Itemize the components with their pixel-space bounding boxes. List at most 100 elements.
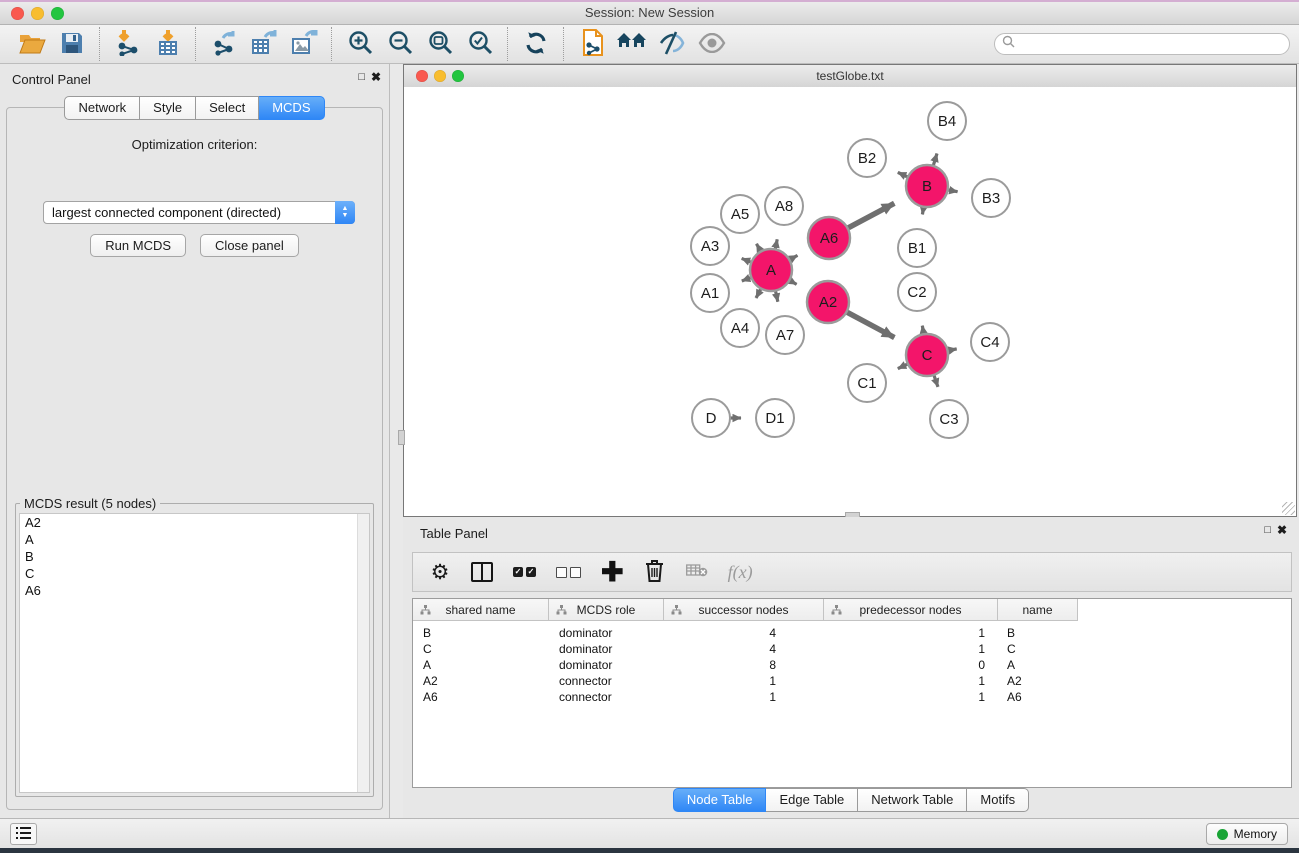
- graph-node-D[interactable]: D: [692, 399, 730, 437]
- show-graphics-details-button[interactable]: [692, 27, 732, 61]
- column-header-predecessor-nodes[interactable]: predecessor nodes: [824, 599, 998, 620]
- new-network-from-selection-button[interactable]: [572, 27, 612, 61]
- export-image-button[interactable]: [284, 27, 324, 61]
- table-row[interactable]: Cdominator41C: [413, 641, 1291, 657]
- zoom-out-button[interactable]: [380, 27, 420, 61]
- graph-node-A8[interactable]: A8: [765, 187, 803, 225]
- graph-edge-A-A7[interactable]: [775, 291, 777, 302]
- graph-node-C4[interactable]: C4: [971, 323, 1009, 361]
- graph-node-B4[interactable]: B4: [928, 102, 966, 140]
- tab-motifs[interactable]: Motifs: [967, 788, 1029, 812]
- zoom-fit-button[interactable]: [420, 27, 460, 61]
- zoom-in-button[interactable]: [340, 27, 380, 61]
- table-row[interactable]: A2connector11A2: [413, 673, 1291, 689]
- tab-edge-table[interactable]: Edge Table: [766, 788, 858, 812]
- graph-edge-A-A8[interactable]: [775, 239, 777, 249]
- deselect-all-button[interactable]: [556, 560, 581, 584]
- graph-edge-C-C4[interactable]: [948, 349, 957, 351]
- column-header-name[interactable]: name: [998, 599, 1078, 620]
- float-panel-icon[interactable]: □: [358, 72, 365, 83]
- graph-node-A5[interactable]: A5: [721, 195, 759, 233]
- run-mcds-button[interactable]: Run MCDS: [90, 234, 186, 257]
- apply-layout-button[interactable]: [516, 27, 556, 61]
- graph-node-A2[interactable]: A2: [807, 281, 849, 323]
- delete-column-button[interactable]: [644, 560, 666, 584]
- graph-node-A6[interactable]: A6: [808, 217, 850, 259]
- graph-node-C1[interactable]: C1: [848, 364, 886, 402]
- graph-edge-B-B3[interactable]: [948, 190, 958, 192]
- task-history-button[interactable]: [10, 823, 37, 845]
- column-header-shared-name[interactable]: shared name: [413, 599, 549, 620]
- memory-label: Memory: [1234, 827, 1277, 841]
- graph-node-A[interactable]: A: [750, 249, 792, 291]
- graph-edge-B-B4[interactable]: [933, 153, 937, 165]
- function-builder-button[interactable]: f(x): [728, 560, 753, 584]
- graph-node-C3[interactable]: C3: [930, 400, 968, 438]
- graph-node-C2[interactable]: C2: [898, 273, 936, 311]
- close-table-panel-icon[interactable]: ✖: [1277, 524, 1287, 536]
- graph-edge-B-B2[interactable]: [898, 172, 908, 177]
- graph-node-B1[interactable]: B1: [898, 229, 936, 267]
- create-column-button[interactable]: ✚: [601, 560, 624, 584]
- graph-node-A3[interactable]: A3: [691, 227, 729, 265]
- close-panel-icon[interactable]: ✖: [371, 71, 381, 83]
- float-table-panel-icon[interactable]: □: [1264, 525, 1271, 536]
- table-row[interactable]: Bdominator41B: [413, 625, 1291, 641]
- show-columns-button[interactable]: [471, 560, 493, 584]
- graph-edge-A6-B[interactable]: [848, 203, 895, 228]
- graph-edge-A2-C[interactable]: [847, 312, 895, 338]
- graph-edge-C-C3[interactable]: [934, 375, 938, 387]
- search-input[interactable]: [1015, 34, 1289, 54]
- graph-node-A4[interactable]: A4: [721, 309, 759, 347]
- select-all-button[interactable]: ✓✓: [513, 560, 536, 584]
- column-header-mcds-role[interactable]: MCDS role: [549, 599, 664, 620]
- graph-edge-A-A4[interactable]: [756, 289, 761, 298]
- network-home-button[interactable]: [612, 27, 652, 61]
- mcds-result-item[interactable]: A2: [20, 514, 369, 531]
- network-canvas[interactable]: A A1 A2 A3 A4 A5 A6 A7 A8 B B1 B2 B3 B4 C C1 C2 C3 C4 D D1: [404, 87, 1296, 516]
- open-session-button[interactable]: [12, 27, 52, 61]
- mcds-result-item[interactable]: A: [20, 531, 369, 548]
- resize-grip[interactable]: [1282, 502, 1295, 515]
- tab-node-table[interactable]: Node Table: [673, 788, 767, 812]
- result-scrollbar[interactable]: [357, 514, 369, 792]
- graph-node-B2[interactable]: B2: [848, 139, 886, 177]
- export-table-button[interactable]: [244, 27, 284, 61]
- tab-style[interactable]: Style: [140, 96, 196, 120]
- graph-edge-C-C1[interactable]: [898, 364, 908, 369]
- graph-edge-A-A2[interactable]: [789, 280, 796, 284]
- import-table-button[interactable]: [148, 27, 188, 61]
- column-header-successor-nodes[interactable]: successor nodes: [664, 599, 824, 620]
- mcds-result-item[interactable]: C: [20, 565, 369, 582]
- splitter-handle-vertical[interactable]: [398, 430, 405, 445]
- table-settings-button[interactable]: ⚙: [429, 560, 451, 584]
- graph-node-A1[interactable]: A1: [691, 274, 729, 312]
- mcds-result-item[interactable]: B: [20, 548, 369, 565]
- graph-edge-A-A5[interactable]: [756, 244, 760, 252]
- graph-node-A7[interactable]: A7: [766, 316, 804, 354]
- tab-network-table[interactable]: Network Table: [858, 788, 967, 812]
- mcds-result-item[interactable]: A6: [20, 582, 369, 599]
- tab-network[interactable]: Network: [64, 96, 140, 120]
- table-row[interactable]: A6connector11A6: [413, 689, 1291, 705]
- import-network-button[interactable]: [108, 27, 148, 61]
- table-row[interactable]: Adominator80A: [413, 657, 1291, 673]
- graph-node-C[interactable]: C: [906, 334, 948, 376]
- criterion-dropdown[interactable]: largest connected component (directed) ▲…: [43, 201, 355, 224]
- export-network-button[interactable]: [204, 27, 244, 61]
- zoom-selected-button[interactable]: [460, 27, 500, 61]
- graph-edge-A-A1[interactable]: [742, 277, 752, 281]
- graph-edge-A-A3[interactable]: [742, 258, 752, 262]
- memory-button[interactable]: Memory: [1206, 823, 1288, 845]
- graph-node-B[interactable]: B: [906, 165, 948, 207]
- graph-node-D1[interactable]: D1: [756, 399, 794, 437]
- close-panel-button[interactable]: Close panel: [200, 234, 299, 257]
- hide-graphics-details-button[interactable]: [652, 27, 692, 61]
- delete-table-button[interactable]: [686, 560, 708, 584]
- graph-node-B3[interactable]: B3: [972, 179, 1010, 217]
- tab-mcds[interactable]: MCDS: [259, 96, 324, 120]
- graph-edge-C-C2[interactable]: [922, 326, 923, 335]
- tab-select[interactable]: Select: [196, 96, 259, 120]
- graph-edge-A-A6[interactable]: [789, 255, 797, 259]
- save-session-button[interactable]: [52, 27, 92, 61]
